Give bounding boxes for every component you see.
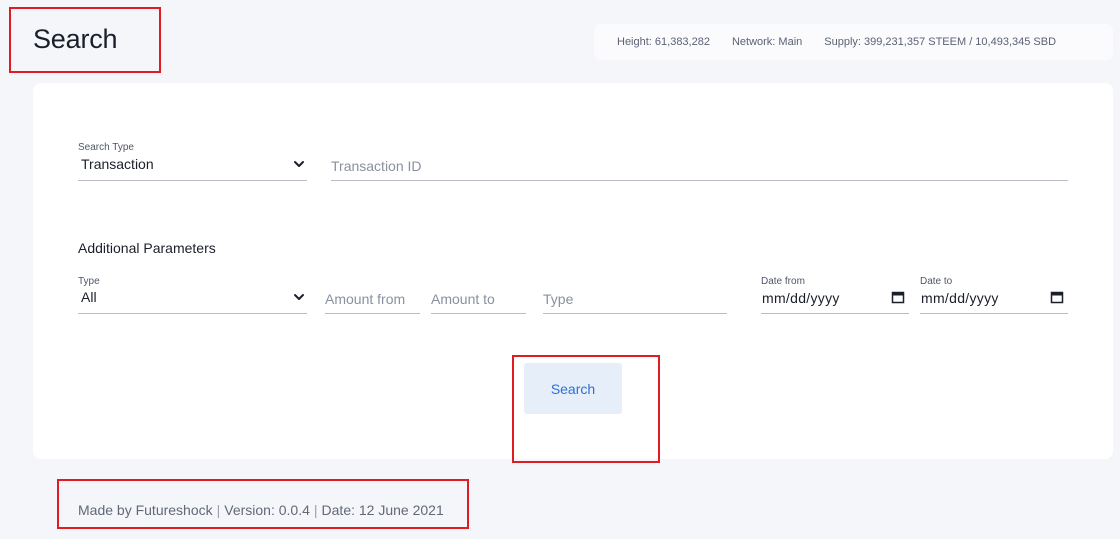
date-from-label: Date from bbox=[761, 276, 805, 287]
date-to-underline bbox=[920, 313, 1068, 314]
amount-to-placeholder: Amount to bbox=[431, 291, 495, 307]
search-type-underline bbox=[78, 180, 307, 181]
type-underline bbox=[78, 313, 307, 314]
chevron-down-icon bbox=[294, 161, 304, 167]
date-from-value: mm/dd/yyyy bbox=[762, 290, 840, 306]
search-type-label: Search Type bbox=[78, 142, 134, 153]
network-name: Network: Main bbox=[731, 36, 803, 48]
block-height: Height: 61,383,282 bbox=[617, 36, 710, 48]
date-from-underline bbox=[761, 313, 909, 314]
search-type-value: Transaction bbox=[81, 156, 154, 172]
calendar-icon[interactable] bbox=[1050, 290, 1064, 304]
chevron-down-icon bbox=[294, 294, 304, 300]
amount-from-underline bbox=[325, 313, 420, 314]
date-to-label: Date to bbox=[920, 276, 953, 287]
calendar-icon[interactable] bbox=[891, 290, 905, 304]
supply-info: Supply: 399,231,357 STEEM / 10,493,345 S… bbox=[824, 36, 1057, 48]
highlight-box-footer bbox=[57, 479, 469, 529]
highlight-box-search-button bbox=[512, 355, 660, 463]
transaction-id-placeholder: Transaction ID bbox=[331, 158, 422, 174]
additional-parameters-title: Additional Parameters bbox=[78, 240, 216, 256]
type-text-placeholder: Type bbox=[543, 291, 574, 307]
amount-from-placeholder: Amount from bbox=[325, 291, 406, 307]
amount-to-underline bbox=[431, 313, 526, 314]
network-stats: Height: 61,383,282 Network: Main Supply:… bbox=[594, 24, 1113, 60]
type-value: All bbox=[81, 289, 97, 305]
type-text-underline bbox=[543, 313, 727, 314]
date-to-value: mm/dd/yyyy bbox=[921, 290, 999, 306]
transaction-id-underline bbox=[331, 180, 1068, 181]
highlight-box-title bbox=[9, 7, 161, 73]
type-label: Type bbox=[78, 276, 100, 287]
